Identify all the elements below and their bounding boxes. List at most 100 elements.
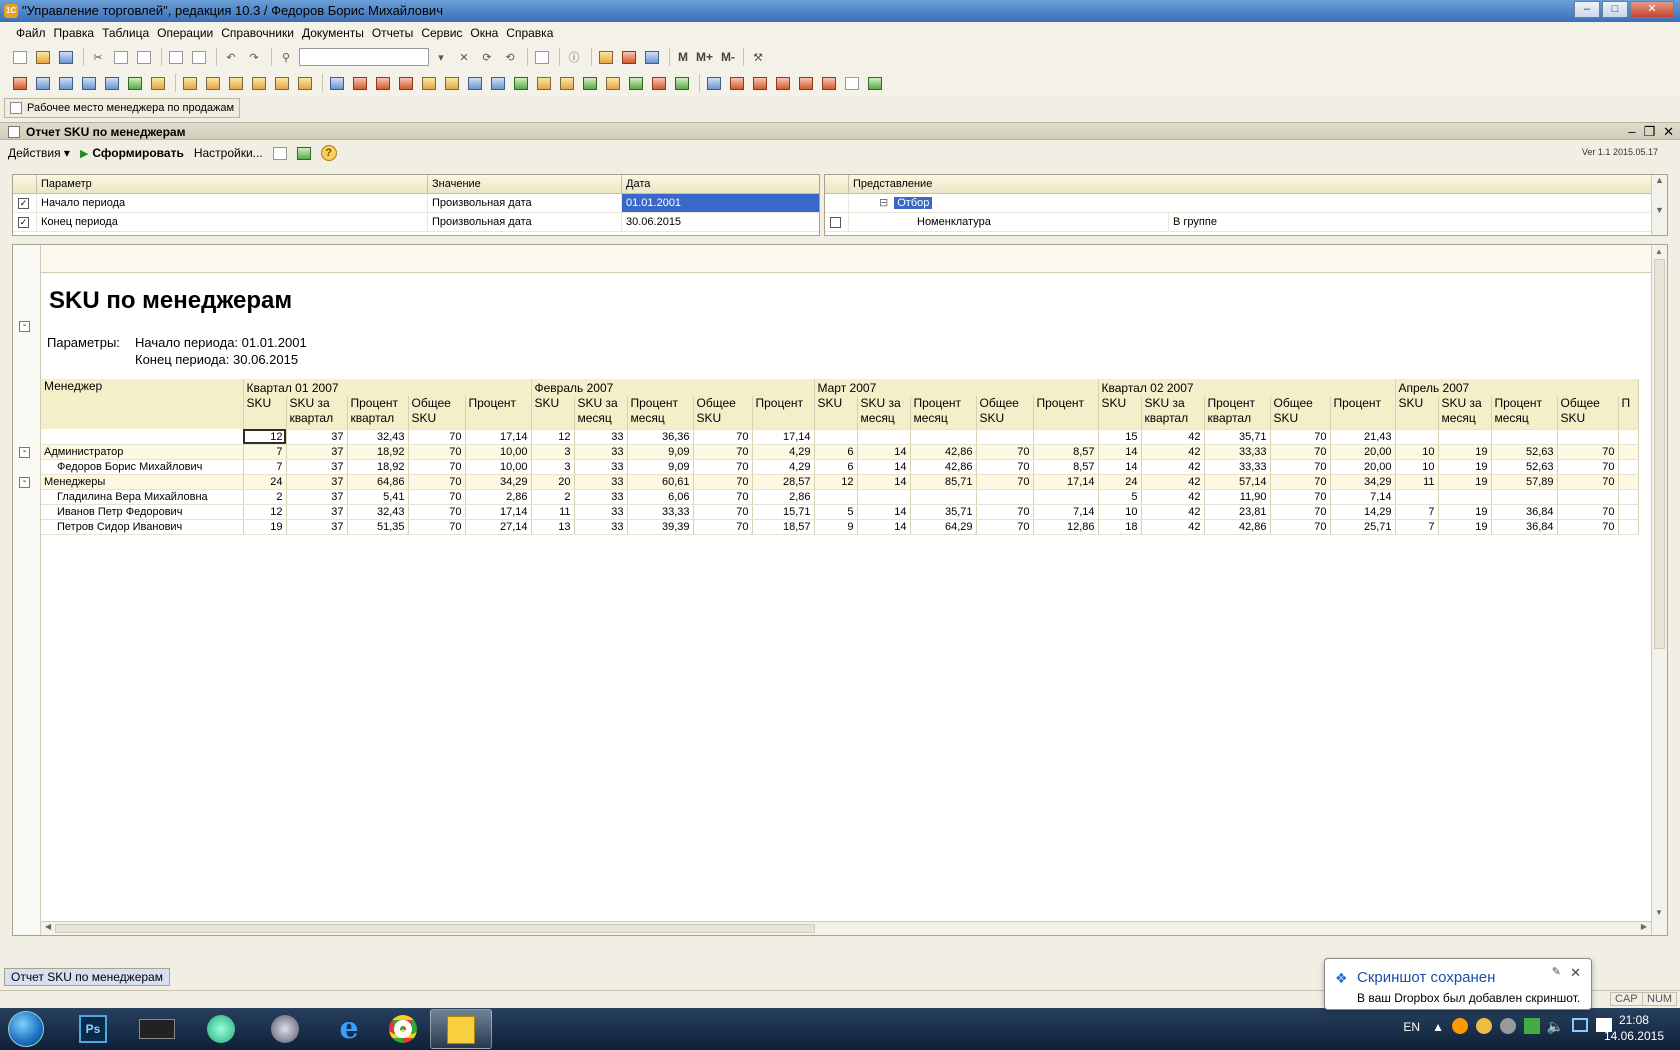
value-cell[interactable] xyxy=(1618,459,1639,475)
value-cell[interactable] xyxy=(1618,444,1639,460)
value-cell[interactable] xyxy=(814,429,858,445)
doc-icon-33[interactable] xyxy=(773,74,793,92)
doc-icon-18[interactable] xyxy=(419,74,439,92)
doc-icon-6[interactable] xyxy=(125,74,145,92)
value-cell[interactable]: 8,57 xyxy=(1033,459,1099,475)
value-cell[interactable]: 32,43 xyxy=(347,504,409,520)
taskbar-chrome[interactable] xyxy=(372,1009,434,1049)
value-cell[interactable]: 20,00 xyxy=(1330,459,1396,475)
value-cell[interactable]: 10,00 xyxy=(465,459,532,475)
taskbar-ie[interactable]: e xyxy=(318,1009,380,1049)
value-cell[interactable]: 33 xyxy=(574,504,628,520)
menu-reports[interactable]: Отчеты xyxy=(372,26,413,40)
doc-icon-25[interactable] xyxy=(580,74,600,92)
taskbar-1c[interactable] xyxy=(430,1009,492,1049)
value-col-header[interactable]: Значение xyxy=(428,175,622,193)
value-cell[interactable]: 3 xyxy=(531,444,575,460)
value-cell[interactable]: 14 xyxy=(857,444,911,460)
notification-icon[interactable]: ▲ xyxy=(1432,1020,1444,1034)
value-cell[interactable]: 17,14 xyxy=(1033,474,1099,490)
value-cell[interactable]: 70 xyxy=(1557,459,1619,475)
value-cell[interactable]: 27,14 xyxy=(465,519,532,535)
value-cell[interactable]: 12 xyxy=(814,474,858,490)
restore-settings-icon[interactable] xyxy=(296,146,311,160)
doc-icon-9[interactable] xyxy=(203,74,223,92)
value-cell[interactable] xyxy=(1395,429,1439,445)
vertical-scrollbar[interactable]: ▲ ▼ xyxy=(1651,245,1667,935)
value-cell[interactable]: 42 xyxy=(1141,504,1205,520)
value-cell[interactable] xyxy=(1395,489,1439,505)
value-cell[interactable]: 70 xyxy=(693,459,753,475)
value-cell[interactable]: 70 xyxy=(408,504,466,520)
doc-icon-21[interactable] xyxy=(488,74,508,92)
value-cell[interactable] xyxy=(1618,519,1639,535)
doc-icon-36[interactable] xyxy=(842,74,862,92)
calendar-icon[interactable] xyxy=(619,48,639,66)
value-cell[interactable]: 18,92 xyxy=(347,444,409,460)
menu-table[interactable]: Таблица xyxy=(102,26,149,40)
doc-icon-34[interactable] xyxy=(796,74,816,92)
value-cell[interactable]: 19 xyxy=(1438,444,1492,460)
taskbar-photoshop[interactable]: Ps xyxy=(62,1009,124,1049)
value-cell[interactable]: 2,86 xyxy=(752,489,815,505)
value-cell[interactable]: 4,29 xyxy=(752,444,815,460)
table-row[interactable]: Петров Сидор Иванович 19 37 51,35 70 27,14 13 3… xyxy=(41,519,1639,535)
doc-icon-35[interactable] xyxy=(819,74,839,92)
value-cell[interactable]: 33 xyxy=(574,444,628,460)
value-cell[interactable]: 19 xyxy=(243,519,287,535)
find-icon[interactable]: ⚲ xyxy=(276,48,296,66)
value-cell[interactable]: 37 xyxy=(286,504,348,520)
undo-icon[interactable]: ↶ xyxy=(221,48,241,66)
value-cell[interactable]: 70 xyxy=(1270,474,1331,490)
network-icon[interactable] xyxy=(1572,1018,1588,1032)
value-cell[interactable]: 6,06 xyxy=(627,489,694,505)
value-cell[interactable]: 6 xyxy=(814,444,858,460)
taskbar-messenger[interactable] xyxy=(254,1009,316,1049)
workplace-manager-button[interactable]: Рабочее место менеджера по продажам xyxy=(4,98,241,118)
value-cell[interactable]: 10 xyxy=(1098,504,1142,520)
doc-icon-30[interactable] xyxy=(704,74,724,92)
doc-icon-4[interactable] xyxy=(79,74,99,92)
value-cell[interactable] xyxy=(1618,474,1639,490)
notification-close-icon[interactable]: ✕ xyxy=(1570,965,1581,981)
value-cell[interactable]: 17,14 xyxy=(465,429,532,445)
value-cell[interactable]: 9,09 xyxy=(627,444,694,460)
table-row[interactable]: 12 37 32,43 70 17,14 12 33 36,36 70 17,14 15 42 35,7… xyxy=(41,429,1639,445)
dropbox-notification[interactable]: ❖ Скриншот сохранен В ваш Dropbox был до… xyxy=(1324,958,1592,1010)
doc-icon-3[interactable] xyxy=(56,74,76,92)
value-cell[interactable]: 42 xyxy=(1141,489,1205,505)
value-cell[interactable]: 70 xyxy=(408,519,466,535)
value-cell[interactable] xyxy=(1557,429,1619,445)
value-cell[interactable]: 70 xyxy=(693,504,753,520)
taskbar-media-player[interactable] xyxy=(190,1009,252,1049)
doc-icon-27[interactable] xyxy=(626,74,646,92)
pin-icon[interactable]: ✎ xyxy=(1552,965,1561,978)
value-cell[interactable]: 24 xyxy=(243,474,287,490)
value-cell[interactable]: 10 xyxy=(1395,459,1439,475)
value-cell[interactable]: 14 xyxy=(1098,459,1142,475)
print-icon[interactable] xyxy=(166,48,186,66)
menu-file[interactable]: Файл xyxy=(16,26,46,40)
value-cell[interactable]: 33 xyxy=(574,459,628,475)
language-indicator[interactable]: EN xyxy=(1403,1020,1420,1034)
value-cell[interactable] xyxy=(976,489,1034,505)
value-cell[interactable]: 6 xyxy=(814,459,858,475)
clear-search-icon[interactable]: ✕ xyxy=(454,48,474,66)
minimize-button[interactable]: – xyxy=(1574,1,1600,18)
value-cell[interactable]: 70 xyxy=(976,459,1034,475)
doc-icon-32[interactable] xyxy=(750,74,770,92)
value-cell[interactable]: 19 xyxy=(1438,519,1492,535)
value-cell[interactable]: 12 xyxy=(243,429,287,445)
filter-scrollbar[interactable]: ▲ ▼ xyxy=(1651,175,1667,235)
doc-icon-28[interactable] xyxy=(649,74,669,92)
value-cell[interactable]: 64,86 xyxy=(347,474,409,490)
filter-row[interactable]: Номенклатура В группе xyxy=(825,213,1667,232)
value-cell[interactable] xyxy=(1033,429,1099,445)
value-cell[interactable]: 70 xyxy=(408,429,466,445)
value-cell[interactable] xyxy=(910,429,977,445)
end-date-field[interactable]: 30.06.2015 xyxy=(622,213,819,231)
value-cell[interactable]: 34,29 xyxy=(1330,474,1396,490)
value-cell[interactable] xyxy=(1618,489,1639,505)
value-cell[interactable]: 33,33 xyxy=(1204,459,1271,475)
param-row[interactable]: ✓ Конец периода Произвольная дата 30.06.… xyxy=(13,213,819,232)
